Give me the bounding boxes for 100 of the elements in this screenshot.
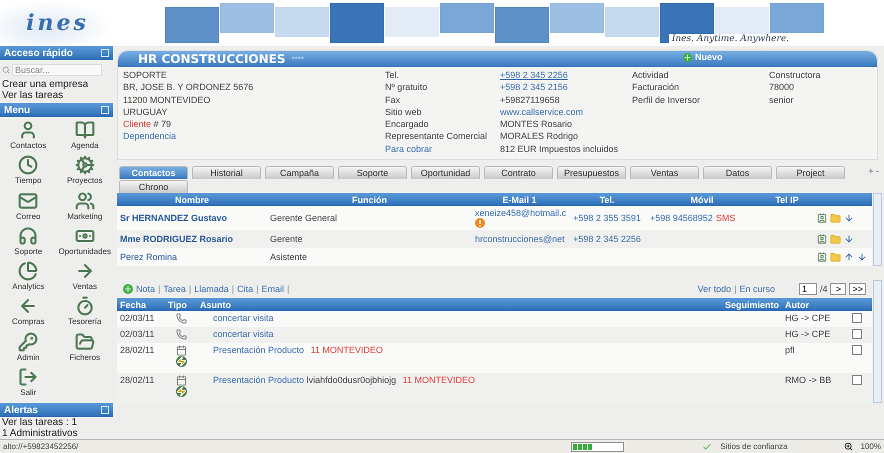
headset-icon[interactable]	[18, 226, 38, 246]
up-arrow-icon[interactable]	[844, 252, 854, 262]
folder-icon[interactable]	[74, 332, 95, 352]
phone-link[interactable]: +598 2 355 3591	[567, 213, 647, 224]
menu-item[interactable]: Tiempo	[0, 155, 56, 188]
add-link[interactable]: Cita	[237, 284, 254, 294]
field-label: Encargado	[385, 118, 430, 130]
book-icon[interactable]	[74, 120, 95, 140]
add-icon[interactable]	[123, 284, 133, 294]
separator-text: |	[188, 284, 192, 294]
field-link[interactable]: +598 2 345 2256	[500, 69, 632, 82]
menu-item[interactable]: Analytics	[0, 261, 56, 294]
card-icon[interactable]	[817, 234, 827, 244]
menu-item[interactable]: Contactos	[0, 120, 56, 154]
field-link[interactable]: Para cobrar	[385, 142, 500, 156]
separator-text: |	[158, 284, 160, 294]
down-arrow-icon[interactable]	[844, 234, 854, 244]
card-icon[interactable]	[817, 213, 827, 224]
exit-icon[interactable]	[18, 366, 38, 387]
separator-text: |	[734, 284, 736, 294]
filter-link[interactable]: Ver todo	[698, 284, 732, 294]
menu-item[interactable]: Tesorería	[56, 296, 113, 330]
field-label: Perfil de Inversor	[632, 94, 702, 106]
down-arrow-icon[interactable]	[857, 252, 867, 262]
tab[interactable]: Oportunidad	[411, 166, 480, 180]
next-button[interactable]: >	[830, 283, 846, 296]
table-header: Fecha Tipo Asunto Seguimiento Autor	[117, 298, 872, 312]
menu-item[interactable]: Oportunidades	[56, 226, 113, 259]
tab[interactable]: Ventas	[630, 166, 699, 180]
scrollbar[interactable]	[873, 193, 882, 266]
subject-link[interactable]: concertar visita	[213, 313, 274, 324]
checkbox[interactable]	[852, 313, 862, 324]
menu-item[interactable]: Ficheros	[56, 332, 113, 365]
calendar-icon	[176, 345, 186, 356]
menu-item[interactable]: Correo	[0, 190, 56, 224]
down-arrow-icon[interactable]	[844, 213, 854, 224]
add-link[interactable]: Llamada	[194, 284, 229, 294]
email-address-link[interactable]: hrconstrucciones@net	[475, 234, 564, 244]
card-icon[interactable]	[817, 252, 827, 262]
zoom-icon[interactable]	[844, 442, 853, 451]
menu-item[interactable]: Soporte	[0, 226, 56, 259]
menu-item[interactable]: Admin	[0, 332, 56, 365]
tab[interactable]: Project	[776, 166, 845, 180]
field-value: MONTES Rosario	[500, 118, 574, 130]
page-field[interactable]: 1	[798, 283, 817, 296]
subject-link[interactable]: Presentación Producto	[213, 375, 304, 386]
menu-item[interactable]: Compras	[0, 296, 56, 330]
search-field[interactable]: Buscar...	[12, 64, 102, 76]
tab[interactable]: Historial	[192, 166, 261, 180]
scrollbar[interactable]	[873, 280, 882, 404]
field-value: 78000	[769, 81, 796, 94]
alert-text[interactable]: Ver las tareas : 1	[0, 417, 113, 428]
menu-item[interactable]: Proyectos	[56, 155, 113, 188]
menu-item[interactable]: Salir	[0, 366, 56, 400]
pie-chart-icon[interactable]	[18, 261, 38, 281]
zoom-text[interactable]: 100%	[860, 442, 881, 451]
sidebar-link[interactable]: Crear una empresa	[0, 79, 113, 90]
add-link[interactable]: Email	[261, 284, 284, 294]
last-button[interactable]: >>	[849, 283, 866, 296]
address-text: URUGUAY	[123, 106, 168, 118]
sidebar-link[interactable]: Ver las tareas	[0, 90, 113, 101]
dependency-link[interactable]: Dependencia	[123, 130, 385, 143]
zone-text: Sitios de confianza	[720, 442, 788, 451]
contact-name[interactable]: Mme RODRIGUEZ Rosario	[117, 234, 267, 244]
add-link[interactable]: Nota	[136, 284, 156, 294]
envelope-icon[interactable]	[18, 190, 38, 210]
add-link[interactable]: Tarea	[163, 284, 186, 294]
checkbox[interactable]	[852, 329, 862, 340]
menu-item[interactable]: Ventas	[56, 261, 113, 294]
field-label: Actividad	[632, 69, 670, 82]
tab-controls[interactable]: + -	[868, 166, 879, 176]
checkbox[interactable]	[852, 345, 862, 356]
checkbox[interactable]	[852, 375, 862, 386]
contact-name[interactable]: Perez Romina	[117, 252, 267, 262]
tab[interactable]: Datos	[703, 166, 772, 180]
key-icon[interactable]	[18, 332, 38, 352]
field-link[interactable]: +598 2 345 2156	[500, 81, 632, 94]
tab[interactable]: Contrato	[484, 166, 553, 180]
subject-link[interactable]: concertar visita	[213, 329, 274, 340]
search-icon[interactable]	[2, 66, 10, 74]
contact-name[interactable]: Sr HERNANDEZ Gustavo	[117, 213, 267, 224]
field-value: +59827119658	[500, 94, 561, 106]
tab[interactable]: Soporte	[338, 166, 407, 180]
menu-item[interactable]: Marketing	[56, 190, 113, 224]
email-address-link[interactable]: xeneize458@hotmail.c	[475, 208, 564, 218]
people-icon[interactable]	[74, 190, 95, 210]
filter-link[interactable]: En curso	[739, 284, 775, 294]
tab[interactable]: Campaña	[265, 166, 334, 180]
field-link[interactable]: www.callservice.com	[500, 106, 632, 118]
stopwatch-icon[interactable]	[74, 296, 95, 316]
tab[interactable]: Presupuestos	[557, 166, 626, 180]
clock-icon[interactable]	[18, 155, 38, 176]
phone-link[interactable]: +598 2 345 2256	[567, 234, 647, 244]
alert-text[interactable]: 1 Administrativos	[0, 428, 113, 439]
sms-link[interactable]: SMS	[716, 213, 736, 224]
menu-item[interactable]: Agenda	[56, 120, 113, 154]
tab[interactable]: Chrono	[119, 180, 188, 194]
subject-link[interactable]: Presentación Producto	[213, 345, 304, 356]
phone-link[interactable]: +598 94568952	[647, 213, 716, 224]
field-value: senior	[769, 94, 795, 106]
